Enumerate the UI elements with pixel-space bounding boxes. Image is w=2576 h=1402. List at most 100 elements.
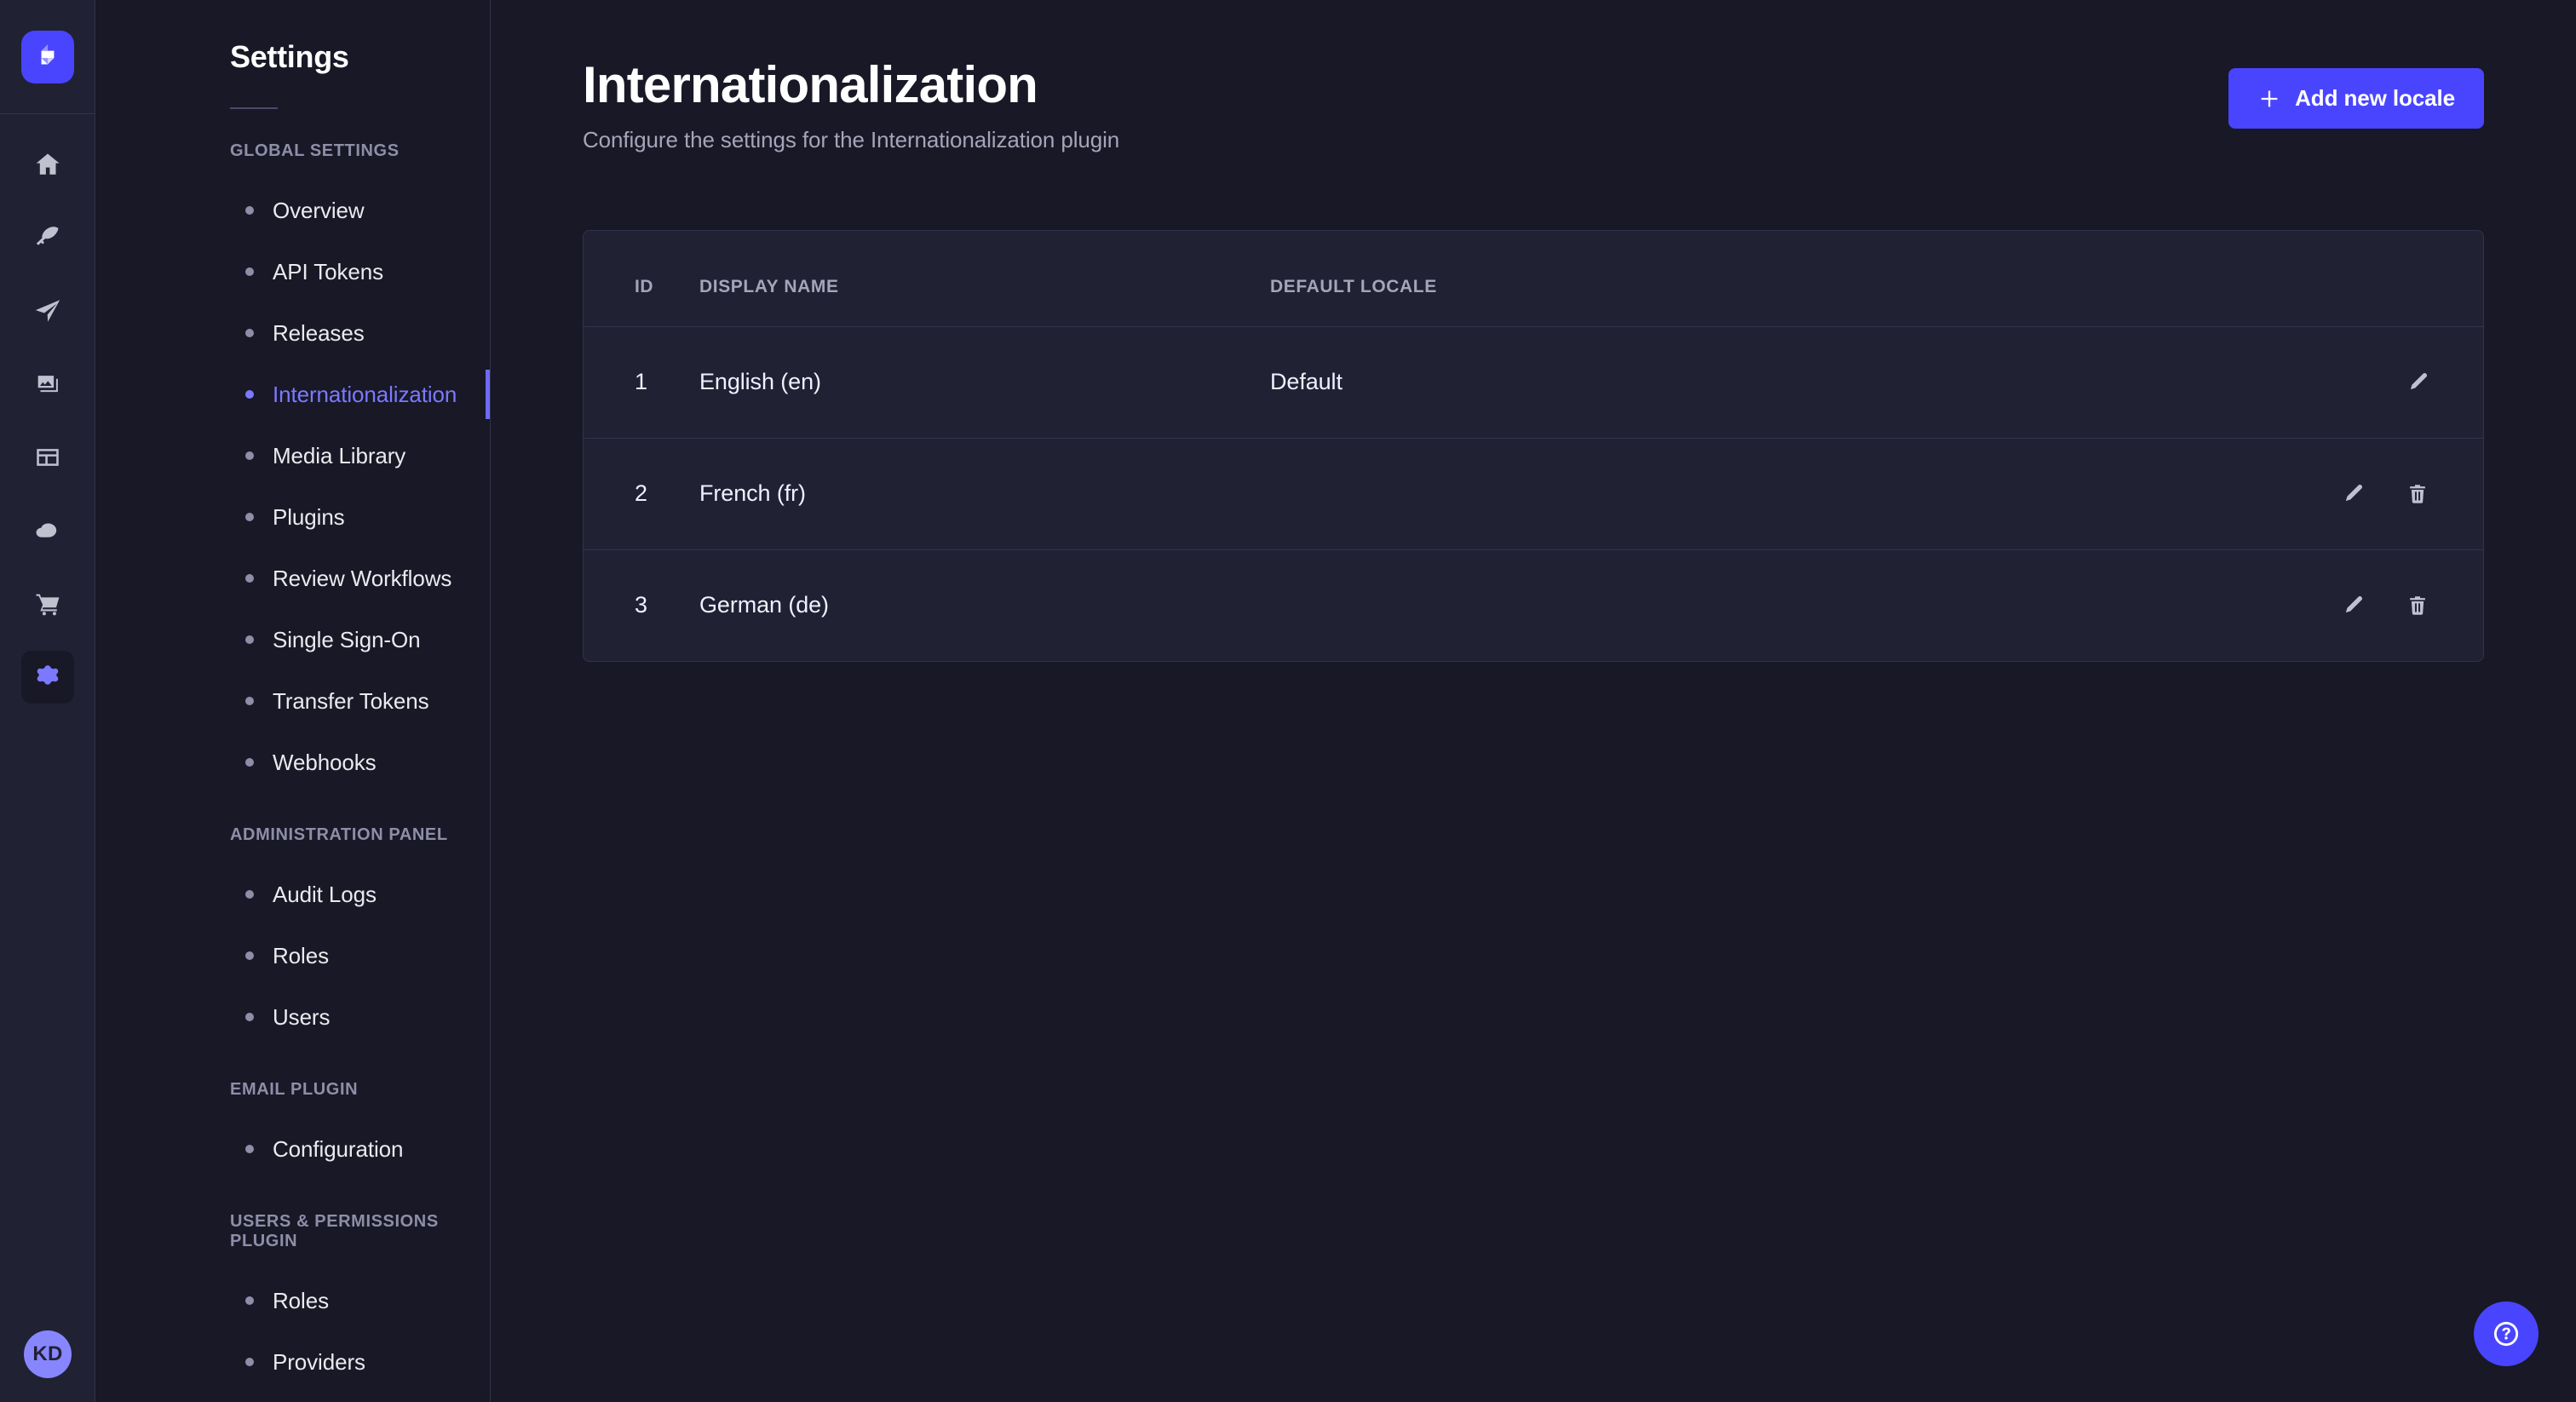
cell-display-name: French (fr) — [699, 438, 1270, 550]
page-header: Internationalization Configure the setti… — [491, 0, 2576, 153]
sidebar-item-single-sign-on[interactable]: Single Sign-On — [95, 609, 490, 670]
table-header-row: ID DISPLAY NAME DEFAULT LOCALE — [584, 230, 2483, 327]
shopping-cart-icon[interactable] — [21, 577, 74, 630]
sidebar-item-overview[interactable]: Overview — [95, 180, 490, 241]
sidebar-section: EMAIL PLUGIN Configuration — [95, 1080, 490, 1180]
primary-icon-rail: KD — [0, 0, 95, 1402]
gear-icon[interactable] — [20, 651, 74, 704]
sidebar-section: USERS & PERMISSIONS PLUGIN Roles Providers — [95, 1212, 490, 1393]
row-action-group — [2245, 368, 2483, 397]
sidebar-item-label: Configuration — [273, 1135, 404, 1162]
help-button[interactable] — [2474, 1301, 2539, 1366]
sidebar-item-label: Media Library — [273, 442, 406, 468]
edit-pencil-icon[interactable] — [2338, 480, 2367, 509]
layout-icon[interactable] — [21, 431, 74, 484]
settings-title: Settings — [230, 39, 349, 74]
add-new-locale-button[interactable]: Add new locale — [2228, 68, 2484, 129]
sidebar-item-users[interactable]: Users — [95, 986, 490, 1048]
feather-icon[interactable] — [21, 211, 74, 264]
sidebar-item-label: Webhooks — [273, 749, 377, 775]
sidebar-item-label: Single Sign-On — [273, 626, 421, 652]
paper-plane-icon[interactable] — [21, 284, 74, 337]
bullet-icon — [245, 390, 254, 399]
locales-table: ID DISPLAY NAME DEFAULT LOCALE 1 English … — [584, 230, 2483, 661]
sidebar-item-providers[interactable]: Providers — [95, 1331, 490, 1393]
sidebar-item-internationalization[interactable]: Internationalization — [95, 364, 490, 425]
sidebar-section-label: GLOBAL SETTINGS — [230, 141, 400, 160]
bullet-icon — [245, 206, 254, 215]
sidebar-item-transfer-tokens[interactable]: Transfer Tokens — [95, 670, 490, 732]
question-mark-circle-icon — [2493, 1321, 2519, 1347]
sidebar-item-label: Roles — [273, 1287, 329, 1313]
sidebar-item-label: Providers — [273, 1348, 365, 1375]
table-body: 1 English (en) Default 2 French (fr) 3 German … — [584, 326, 2483, 661]
table-row[interactable]: 1 English (en) Default — [584, 326, 2483, 439]
edit-pencil-icon[interactable] — [2338, 591, 2367, 620]
main-content: Internationalization Configure the setti… — [491, 0, 2576, 1402]
sidebar-item-label: Plugins — [273, 503, 345, 530]
page-header-text: Internationalization Configure the setti… — [583, 56, 1119, 153]
images-icon[interactable] — [21, 358, 74, 411]
cell-id: 2 — [584, 438, 699, 550]
sidebar-item-list: Audit Logs Roles Users — [95, 864, 490, 1048]
sidebar-item-label: Users — [273, 1003, 331, 1030]
sidebar-item-list: Configuration — [95, 1118, 490, 1180]
bullet-icon — [245, 451, 254, 460]
sidebar-item-roles[interactable]: Roles — [95, 925, 490, 986]
sidebar-item-label: Releases — [273, 319, 365, 346]
avatar[interactable]: KD — [24, 1330, 72, 1378]
cloud-icon[interactable] — [21, 504, 74, 557]
sidebar-item-roles[interactable]: Roles — [95, 1270, 490, 1331]
row-action-group — [2245, 480, 2483, 509]
bullet-icon — [245, 697, 254, 705]
cell-display-name: English (en) — [699, 326, 1270, 439]
sidebar-section: ADMINISTRATION PANEL Audit Logs Roles Users — [95, 825, 490, 1048]
cell-display-name: German (de) — [699, 592, 829, 618]
sidebar-item-configuration[interactable]: Configuration — [95, 1118, 490, 1180]
sidebar-item-review-workflows[interactable]: Review Workflows — [95, 548, 490, 609]
app-root: KD Settings GLOBAL SETTINGS Overview API T… — [0, 0, 2576, 1402]
sidebar-section-label: EMAIL PLUGIN — [230, 1080, 359, 1099]
table-row[interactable]: 3 German (de) — [584, 549, 2483, 661]
sidebar-item-list: Roles Providers — [95, 1270, 490, 1393]
cell-actions — [2245, 438, 2483, 550]
sidebar-item-webhooks[interactable]: Webhooks — [95, 732, 490, 793]
strapi-logo-icon[interactable] — [20, 30, 74, 83]
home-icon[interactable] — [21, 138, 74, 191]
locales-table-card: ID DISPLAY NAME DEFAULT LOCALE 1 English … — [583, 229, 2484, 662]
delete-trash-icon[interactable] — [2403, 480, 2432, 509]
sidebar-item-audit-logs[interactable]: Audit Logs — [95, 864, 490, 925]
edit-pencil-icon[interactable] — [2403, 368, 2432, 397]
column-header-default-locale: DEFAULT LOCALE — [1270, 230, 2245, 327]
cell-id: 3 — [635, 592, 647, 618]
cell-default-locale: Default — [1270, 326, 2245, 439]
rail-item-list — [0, 114, 95, 704]
plus-icon — [2261, 90, 2278, 106]
sidebar-item-releases[interactable]: Releases — [95, 302, 490, 364]
sidebar-section: GLOBAL SETTINGS Overview API Tokens Release… — [95, 141, 490, 793]
sidebar-item-api-tokens[interactable]: API Tokens — [95, 241, 490, 302]
table-head: ID DISPLAY NAME DEFAULT LOCALE — [584, 230, 2483, 327]
sidebar-item-label: Audit Logs — [273, 881, 377, 907]
bullet-icon — [245, 1296, 254, 1305]
avatar-container: KD — [0, 1330, 95, 1378]
table-row[interactable]: 2 French (fr) — [584, 438, 2483, 550]
sidebar-item-media-library[interactable]: Media Library — [95, 425, 490, 486]
sidebar-section-label: USERS & PERMISSIONS PLUGIN — [230, 1212, 439, 1250]
logo-container — [0, 0, 95, 114]
sidebar-section-label: ADMINISTRATION PANEL — [230, 825, 448, 844]
bullet-icon — [245, 329, 254, 337]
bullet-icon — [245, 267, 254, 276]
sidebar-sections: GLOBAL SETTINGS Overview API Tokens Release… — [95, 141, 490, 1393]
page-title: Internationalization — [583, 56, 1038, 113]
bullet-icon — [245, 1145, 254, 1153]
cell-default-locale — [1270, 549, 2245, 661]
column-header-actions — [2245, 230, 2483, 327]
row-action-group — [2245, 591, 2483, 620]
sidebar-item-plugins[interactable]: Plugins — [95, 486, 490, 548]
delete-trash-icon[interactable] — [2403, 591, 2432, 620]
bullet-icon — [245, 890, 254, 899]
sidebar-item-label: Review Workflows — [273, 565, 452, 591]
bullet-icon — [245, 574, 254, 583]
sidebar-item-label: API Tokens — [273, 258, 384, 284]
